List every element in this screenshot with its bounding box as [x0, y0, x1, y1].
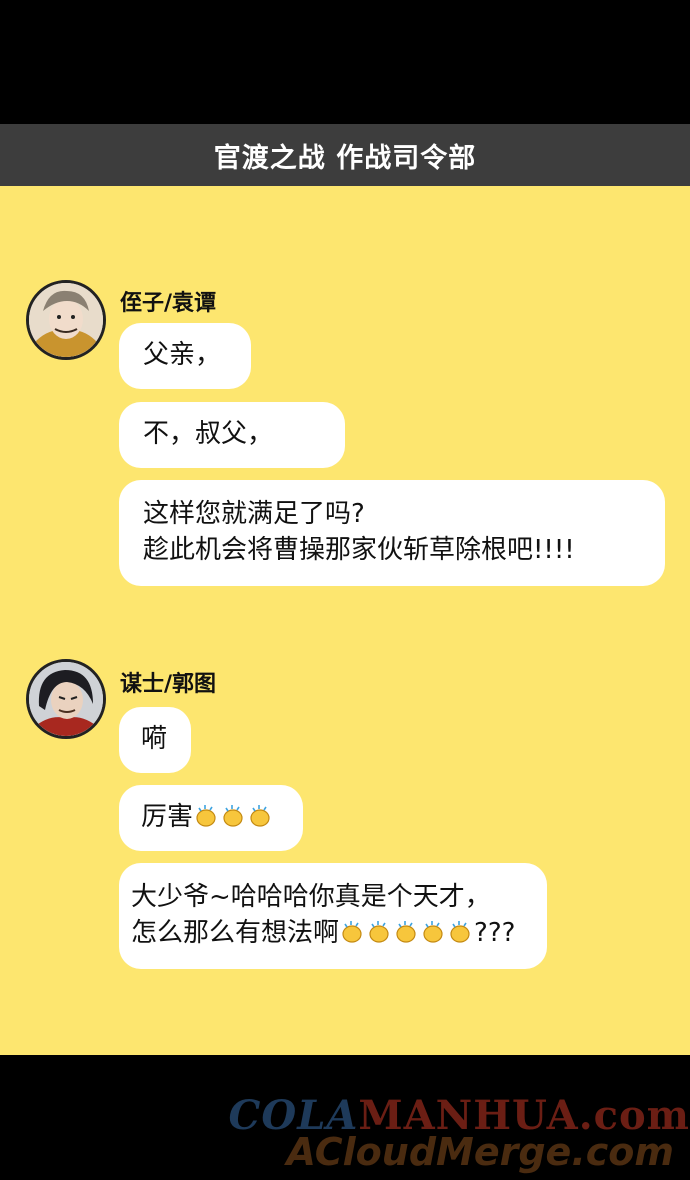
- avatar-guo-tu-image: [29, 662, 103, 736]
- message-text: ???: [474, 918, 516, 948]
- message-text: 父亲，: [143, 340, 222, 370]
- message-text: 这样您就满足了吗?: [143, 499, 365, 529]
- message-bubble[interactable]: 父亲，: [119, 323, 251, 389]
- clapping-hands-icon: [423, 921, 443, 943]
- chat-area[interactable]: 侄子/袁谭 父亲， 不，叔父， 这样您就满足了吗? 趁此机会将曹操那家伙斩草除根…: [0, 186, 690, 1055]
- chat-title: 官渡之战 作战司令部: [213, 142, 477, 174]
- message-text: 怎么那么有想法啊: [131, 918, 340, 948]
- avatar-guo-tu[interactable]: [26, 659, 106, 739]
- message-bubble[interactable]: 不，叔父，: [119, 402, 345, 468]
- message-bubble[interactable]: 嗬: [119, 707, 191, 773]
- message-text: 厉害: [141, 802, 194, 832]
- message-text: 趁此机会将曹操那家伙斩草除根吧!!!!: [143, 535, 575, 565]
- sender-name: 侄子/袁谭: [120, 291, 217, 316]
- watermark-acloudmerge: ACloudMerge.com: [286, 1130, 674, 1174]
- avatar-yuan-tan-image: [29, 283, 103, 357]
- message-line: 怎么那么有想法啊???: [131, 915, 535, 951]
- avatar-yuan-tan[interactable]: [26, 280, 106, 360]
- clapping-hands-icon: [396, 921, 416, 943]
- clapping-hands-icon: [342, 921, 362, 943]
- clapping-hands-icon: [369, 921, 389, 943]
- clapping-hands-icon: [223, 805, 243, 827]
- clapping-hands-icon: [450, 921, 470, 943]
- message-text: 嗬: [141, 724, 168, 754]
- clapping-hands-icon: [196, 805, 216, 827]
- clapping-hands-icon: [250, 805, 270, 827]
- sender-name: 谋士/郭图: [120, 672, 217, 697]
- message-bubble[interactable]: 大少爷~哈哈哈你真是个天才， 怎么那么有想法啊???: [119, 863, 547, 969]
- message-line: 厉害: [141, 799, 281, 835]
- message-text: 大少爷~哈哈哈你真是个天才，: [131, 882, 491, 912]
- message-bubble[interactable]: 这样您就满足了吗? 趁此机会将曹操那家伙斩草除根吧!!!!: [119, 480, 665, 586]
- message-text: 不，叔父，: [143, 419, 274, 449]
- chat-header: 官渡之战 作战司令部: [0, 124, 690, 186]
- message-bubble[interactable]: 厉害: [119, 785, 303, 851]
